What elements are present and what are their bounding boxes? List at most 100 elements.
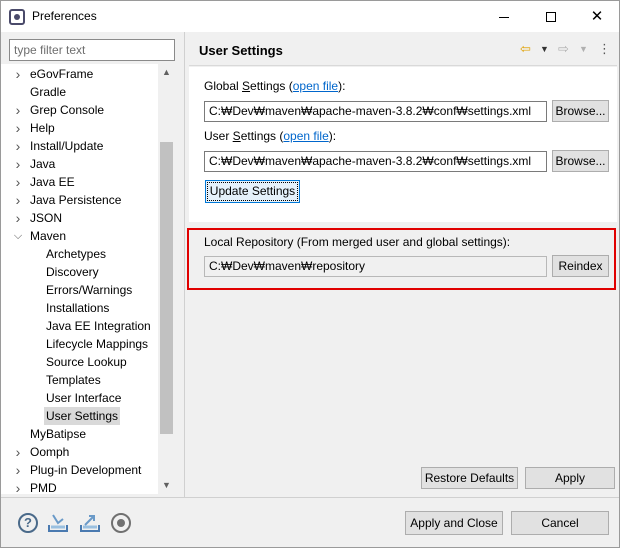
tree-item-label: Lifecycle Mappings — [46, 337, 149, 351]
chevron-right-icon[interactable]: › — [13, 479, 23, 494]
minimize-button[interactable] — [481, 1, 527, 32]
filter-input[interactable] — [9, 39, 175, 61]
user-settings-label: User Settings (open file): — [204, 129, 337, 143]
tree-item-label: Grep Console — [30, 103, 105, 117]
scroll-up-icon[interactable]: ▲ — [158, 64, 175, 81]
global-settings-open-file-link[interactable]: open file — [293, 79, 338, 93]
back-menu-chevron-icon[interactable]: ▼ — [540, 44, 549, 54]
local-repository-label: Local Repository (From merged user and g… — [204, 235, 511, 249]
tree-item[interactable]: › Help — [1, 119, 158, 137]
tree-item-label: MyBatipse — [30, 427, 87, 441]
footer-separator — [1, 497, 619, 498]
maximize-button[interactable] — [528, 1, 574, 32]
tree-item[interactable]: › Plug-in Development — [1, 461, 158, 479]
page-title: User Settings — [199, 43, 283, 58]
tree-item[interactable]: Templates — [1, 371, 158, 389]
chevron-right-icon[interactable]: › — [13, 155, 23, 173]
forward-menu-chevron-icon[interactable]: ▼ — [579, 44, 588, 54]
tree-item-label: Errors/Warnings — [46, 283, 133, 297]
forward-arrow-icon[interactable]: ⇨ — [558, 41, 569, 57]
tree-item[interactable]: Installations — [1, 299, 158, 317]
restore-defaults-button[interactable]: Restore Defaults — [421, 467, 518, 489]
tree-item[interactable]: › Java — [1, 155, 158, 173]
global-settings-path-field[interactable]: C:₩Dev₩maven₩apache-maven-3.8.2₩conf₩set… — [204, 101, 547, 122]
reindex-button[interactable]: Reindex — [552, 255, 609, 277]
user-settings-open-file-link[interactable]: open file — [283, 129, 328, 143]
tree-item[interactable]: Java EE Integration — [1, 317, 158, 335]
tree-item-label: Source Lookup — [46, 355, 127, 369]
tree-item[interactable]: Gradle — [1, 83, 158, 101]
tree-item[interactable]: Discovery — [1, 263, 158, 281]
tree-item-label: Java EE Integration — [46, 319, 151, 333]
chevron-right-icon[interactable]: › — [13, 461, 23, 479]
tree-item[interactable]: › Grep Console — [1, 101, 158, 119]
tree-item-label: eGovFrame — [30, 67, 94, 81]
tree-item-label: Java EE — [30, 175, 75, 189]
tree-item[interactable]: › Oomph — [1, 443, 158, 461]
tree-item-label: Templates — [46, 373, 101, 387]
scrollbar-thumb[interactable] — [160, 142, 173, 434]
chevron-right-icon[interactable]: › — [13, 173, 23, 191]
update-settings-button[interactable]: Update Settings — [205, 180, 300, 203]
tree-item[interactable]: Lifecycle Mappings — [1, 335, 158, 353]
tree-item-label: Java — [30, 157, 56, 171]
tree-item[interactable]: › PMD — [1, 479, 158, 494]
tree-item-label: Install/Update — [30, 139, 104, 153]
minimize-icon — [499, 16, 509, 18]
tree-item-label: Plug-in Development — [30, 463, 142, 477]
tree-item-label: User Interface — [46, 391, 122, 405]
user-settings-path-field[interactable]: C:₩Dev₩maven₩apache-maven-3.8.2₩conf₩set… — [204, 151, 547, 172]
export-icon[interactable] — [79, 513, 100, 533]
window-title: Preferences — [32, 9, 97, 23]
chevron-right-icon[interactable]: › — [13, 65, 23, 83]
chevron-right-icon[interactable]: › — [13, 209, 23, 227]
preference-tree: › eGovFrame Gradle › Grep Console › Help › Insta… — [1, 64, 175, 494]
header-separator — [189, 65, 617, 66]
close-icon: ✕ — [590, 7, 604, 25]
chevron-right-icon[interactable]: › — [13, 137, 23, 155]
tree-scrollbar[interactable]: ▲ ▼ — [158, 64, 175, 494]
import-icon[interactable] — [47, 513, 68, 533]
tree-item-label: Oomph — [30, 445, 70, 459]
tree-item[interactable]: Errors/Warnings — [1, 281, 158, 299]
tree-item[interactable]: ⌵ Maven — [1, 227, 158, 245]
user-settings-browse-button[interactable]: Browse... — [552, 150, 609, 172]
chevron-right-icon[interactable]: › — [13, 191, 23, 209]
local-repository-path-field: C:₩Dev₩maven₩repository — [204, 256, 547, 277]
tree-item[interactable]: › JSON — [1, 209, 158, 227]
apply-and-close-button[interactable]: Apply and Close — [405, 511, 503, 535]
title-bar: Preferences ✕ — [1, 1, 619, 32]
scroll-down-icon[interactable]: ▼ — [158, 477, 175, 494]
tree-item-label: Archetypes — [46, 247, 107, 261]
tree-item-label: Gradle — [30, 85, 67, 99]
tree-item-label: Help — [30, 121, 55, 135]
panel-divider[interactable] — [184, 32, 185, 497]
tree-item[interactable]: › Java EE — [1, 173, 158, 191]
tree-item[interactable]: MyBatipse — [1, 425, 158, 443]
tree-item[interactable]: Archetypes — [1, 245, 158, 263]
close-button[interactable]: ✕ — [574, 1, 620, 32]
view-menu-icon[interactable]: ⋮ — [598, 41, 611, 57]
tree-item[interactable]: Source Lookup — [1, 353, 158, 371]
tree-item-label: JSON — [30, 211, 63, 225]
cancel-button[interactable]: Cancel — [511, 511, 609, 535]
chevron-right-icon[interactable]: › — [13, 101, 23, 119]
tree-item[interactable]: User Interface — [1, 389, 158, 407]
back-arrow-icon[interactable]: ⇦ — [520, 41, 531, 57]
chevron-right-icon[interactable]: › — [13, 443, 23, 461]
tree-item[interactable]: › eGovFrame — [1, 65, 158, 83]
chevron-right-icon[interactable]: › — [13, 119, 23, 137]
tree-item[interactable]: User Settings — [1, 407, 158, 425]
tree-item-label: Maven — [30, 229, 67, 243]
apply-button[interactable]: Apply — [525, 467, 615, 489]
tree-item-label: PMD — [30, 481, 57, 494]
record-icon[interactable] — [111, 513, 131, 533]
tree-item-label: Installations — [46, 301, 110, 315]
chevron-down-icon[interactable]: ⌵ — [13, 227, 23, 245]
eclipse-app-icon — [9, 9, 25, 25]
maximize-icon — [546, 12, 556, 23]
tree-item[interactable]: › Java Persistence — [1, 191, 158, 209]
global-settings-browse-button[interactable]: Browse... — [552, 100, 609, 122]
help-icon[interactable]: ? — [18, 513, 38, 533]
tree-item[interactable]: › Install/Update — [1, 137, 158, 155]
